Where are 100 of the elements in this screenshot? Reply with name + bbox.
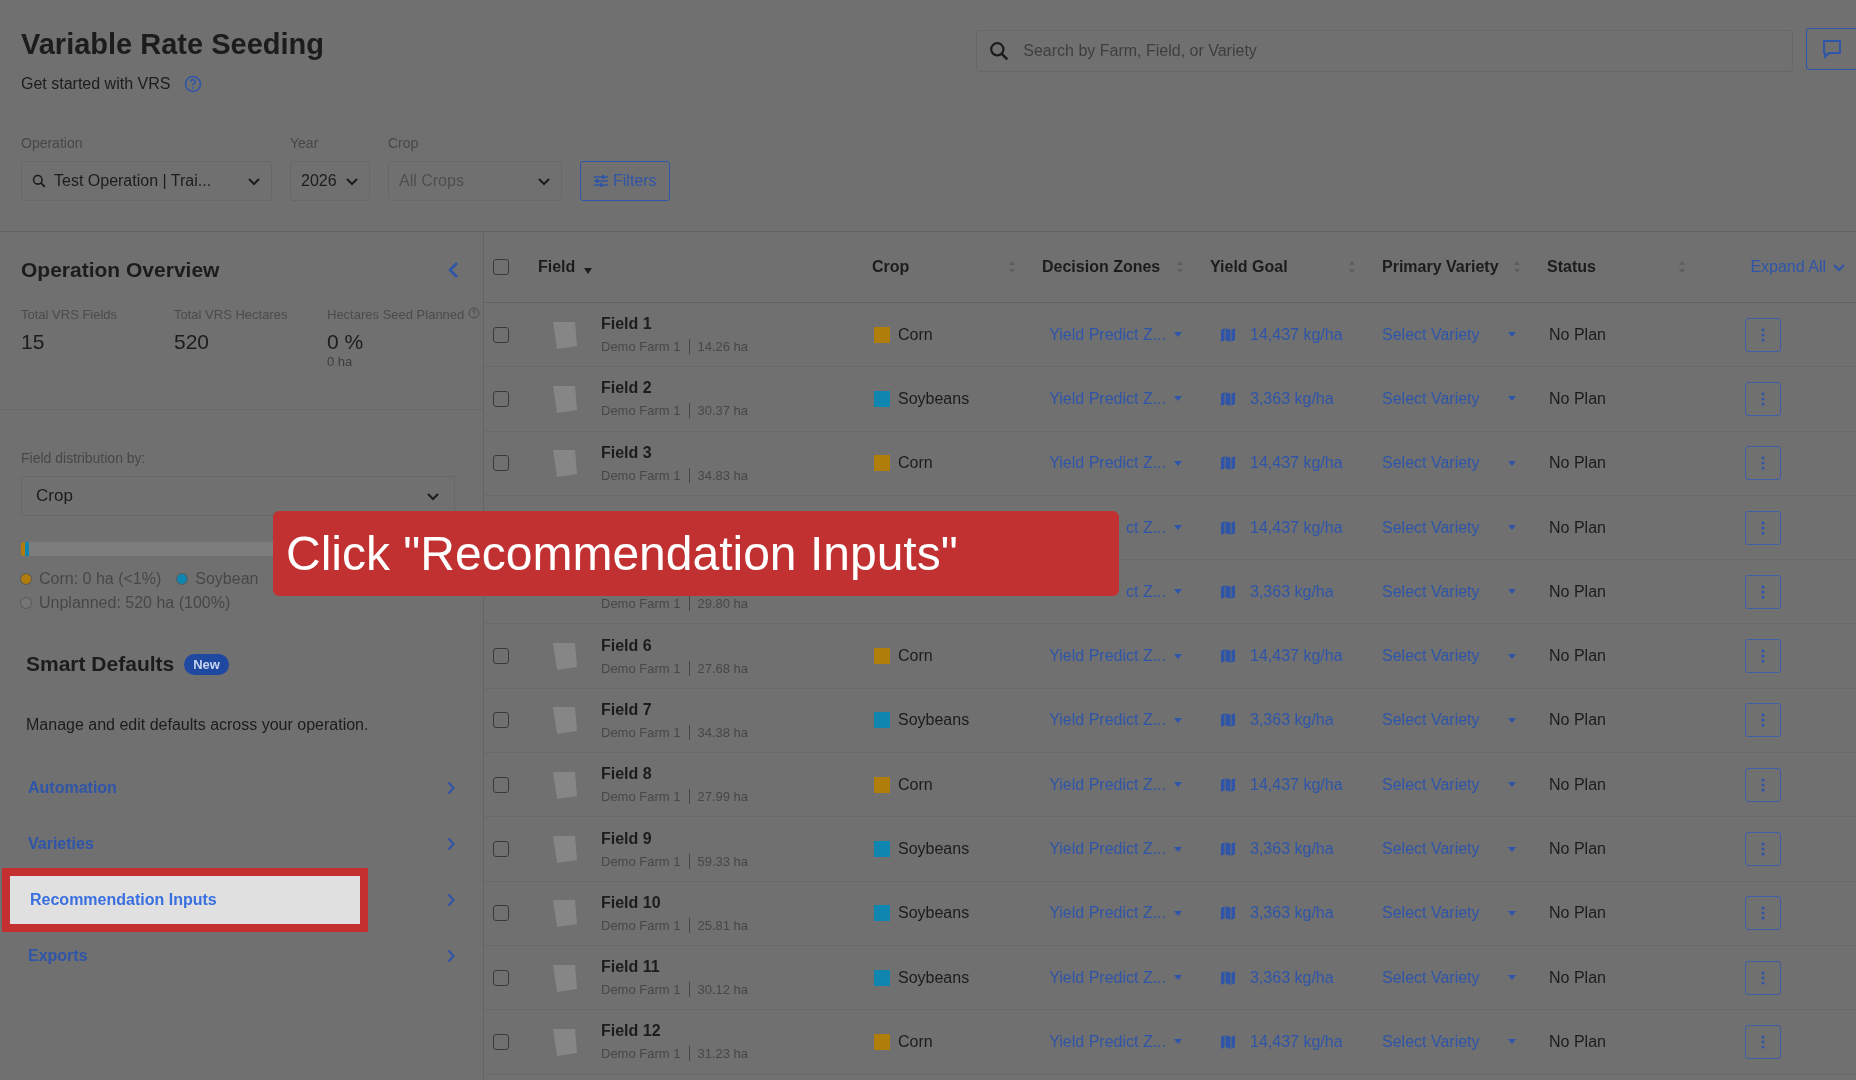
- variety-dropdown[interactable]: Select Variety: [1382, 518, 1516, 537]
- row-checkbox[interactable]: [493, 712, 509, 729]
- field-name[interactable]: Field 2: [601, 379, 749, 398]
- variety-dropdown[interactable]: Select Variety: [1382, 325, 1516, 344]
- more-button[interactable]: [1745, 896, 1781, 931]
- caret-icon: [1174, 460, 1182, 466]
- variety-dropdown[interactable]: Select Variety: [1382, 647, 1516, 666]
- more-button[interactable]: [1745, 832, 1781, 866]
- field-name[interactable]: Field 12: [601, 1022, 749, 1041]
- field-name[interactable]: Field 6: [601, 636, 749, 655]
- crop-name: Soybeans: [898, 840, 970, 858]
- row-checkbox[interactable]: [493, 648, 509, 665]
- row-checkbox[interactable]: [493, 969, 509, 986]
- status-text: No Plan: [1549, 711, 1606, 730]
- status-text: No Plan: [1549, 775, 1606, 794]
- field-name[interactable]: Field 1: [601, 315, 749, 334]
- yield-goal[interactable]: 3,363 kg/ha: [1250, 711, 1334, 730]
- caret-icon: [1174, 525, 1182, 531]
- row-checkbox[interactable]: [493, 455, 509, 472]
- column-header[interactable]: Yield Goal: [1198, 254, 1370, 280]
- more-button[interactable]: [1745, 767, 1781, 802]
- more-button[interactable]: [1745, 317, 1781, 352]
- filter-dropdown[interactable]: Test Operation | Trai...: [21, 161, 272, 201]
- decision-zone-dropdown[interactable]: ct Z...: [1126, 582, 1182, 601]
- row-checkbox[interactable]: [493, 905, 509, 922]
- variety-dropdown[interactable]: Select Variety: [1382, 1032, 1516, 1051]
- field-name[interactable]: Field 11: [601, 958, 749, 977]
- row-checkbox[interactable]: [493, 326, 509, 343]
- select-all-checkbox[interactable]: [493, 259, 509, 275]
- crop-name: Soybeans: [898, 389, 970, 408]
- decision-zone-dropdown[interactable]: ct Z...: [1126, 518, 1182, 537]
- caret-icon: [1507, 717, 1516, 723]
- field-name[interactable]: Field 7: [601, 700, 749, 719]
- more-button[interactable]: [1745, 960, 1781, 995]
- field-name[interactable]: Field 9: [601, 829, 749, 848]
- variety-dropdown[interactable]: Select Variety: [1382, 904, 1516, 923]
- filter-dropdown[interactable]: 2026: [290, 161, 370, 201]
- column-header[interactable]: Field: [530, 254, 860, 280]
- variety-dropdown[interactable]: Select Variety: [1382, 389, 1516, 408]
- map-icon: [1220, 841, 1236, 857]
- column-header[interactable]: Crop: [860, 254, 1030, 280]
- settings-link[interactable]: Recommendation Inputs: [2, 868, 368, 933]
- row-checkbox[interactable]: [493, 776, 509, 793]
- variety-dropdown[interactable]: Select Variety: [1382, 775, 1516, 794]
- decision-zone-dropdown[interactable]: Yield Predict Z...: [1049, 711, 1182, 730]
- chevron-right-icon: [447, 949, 455, 964]
- column-header[interactable]: Decision Zones: [1030, 254, 1198, 280]
- yield-goal[interactable]: 14,437 kg/ha: [1250, 1032, 1343, 1051]
- yield-goal[interactable]: 14,437 kg/ha: [1250, 325, 1343, 344]
- expand-all-button[interactable]: Expand All: [1744, 257, 1852, 277]
- variety-dropdown[interactable]: Select Variety: [1382, 840, 1516, 858]
- settings-link[interactable]: Automation: [2, 779, 117, 798]
- crop-name: Corn: [898, 454, 933, 473]
- row-checkbox[interactable]: [493, 841, 509, 857]
- yield-goal[interactable]: 14,437 kg/ha: [1250, 518, 1343, 537]
- decision-zone-dropdown[interactable]: Yield Predict Z...: [1049, 647, 1182, 666]
- more-button[interactable]: [1745, 574, 1781, 609]
- row-checkbox[interactable]: [493, 1033, 509, 1050]
- variety-dropdown[interactable]: Select Variety: [1382, 582, 1516, 601]
- yield-goal[interactable]: 3,363 kg/ha: [1250, 389, 1334, 408]
- more-button[interactable]: [1745, 381, 1781, 416]
- row-checkbox[interactable]: [493, 390, 509, 407]
- more-button[interactable]: [1745, 703, 1781, 738]
- section-title: Smart Defaults: [26, 652, 175, 677]
- sort-descending-icon: [583, 267, 594, 275]
- settings-link[interactable]: Exports: [2, 947, 88, 966]
- more-button[interactable]: [1745, 639, 1781, 674]
- status-text: No Plan: [1549, 1032, 1606, 1051]
- filters-button[interactable]: Filters: [580, 161, 670, 201]
- more-icon: [1761, 520, 1765, 535]
- decision-zone-dropdown[interactable]: Yield Predict Z...: [1049, 840, 1182, 858]
- more-button[interactable]: [1745, 1024, 1781, 1059]
- decision-zone-dropdown[interactable]: Yield Predict Z...: [1049, 454, 1182, 473]
- more-button[interactable]: [1745, 446, 1781, 481]
- yield-goal[interactable]: 14,437 kg/ha: [1250, 647, 1343, 666]
- field-name[interactable]: Field 8: [601, 765, 749, 784]
- yield-goal[interactable]: 3,363 kg/ha: [1250, 904, 1334, 923]
- help-icon[interactable]: [184, 75, 203, 93]
- chat-button[interactable]: [1806, 28, 1856, 70]
- field-name[interactable]: Field 10: [601, 893, 749, 912]
- yield-goal[interactable]: 3,363 kg/ha: [1250, 968, 1334, 987]
- column-header[interactable]: Status: [1535, 254, 1700, 280]
- yield-goal[interactable]: 3,363 kg/ha: [1250, 840, 1334, 858]
- decision-zone-dropdown[interactable]: Yield Predict Z...: [1049, 389, 1182, 408]
- variety-dropdown[interactable]: Select Variety: [1382, 968, 1516, 987]
- variety-dropdown[interactable]: Select Variety: [1382, 711, 1516, 730]
- variety-dropdown[interactable]: Select Variety: [1382, 454, 1516, 473]
- decision-zone-dropdown[interactable]: Yield Predict Z...: [1049, 904, 1182, 923]
- yield-goal[interactable]: 14,437 kg/ha: [1250, 775, 1343, 794]
- field-name[interactable]: Field 3: [601, 443, 749, 462]
- more-button[interactable]: [1745, 510, 1781, 545]
- decision-zone-dropdown[interactable]: Yield Predict Z...: [1049, 968, 1182, 987]
- decision-zone-dropdown[interactable]: Yield Predict Z...: [1049, 775, 1182, 794]
- collapse-chevron-icon[interactable]: [447, 261, 459, 279]
- decision-zone-dropdown[interactable]: Yield Predict Z...: [1049, 325, 1182, 344]
- yield-goal[interactable]: 3,363 kg/ha: [1250, 582, 1334, 601]
- settings-link[interactable]: Varieties: [2, 835, 94, 854]
- decision-zone-dropdown[interactable]: Yield Predict Z...: [1049, 1032, 1182, 1051]
- yield-goal[interactable]: 14,437 kg/ha: [1250, 454, 1343, 473]
- column-header[interactable]: Primary Variety: [1370, 254, 1535, 280]
